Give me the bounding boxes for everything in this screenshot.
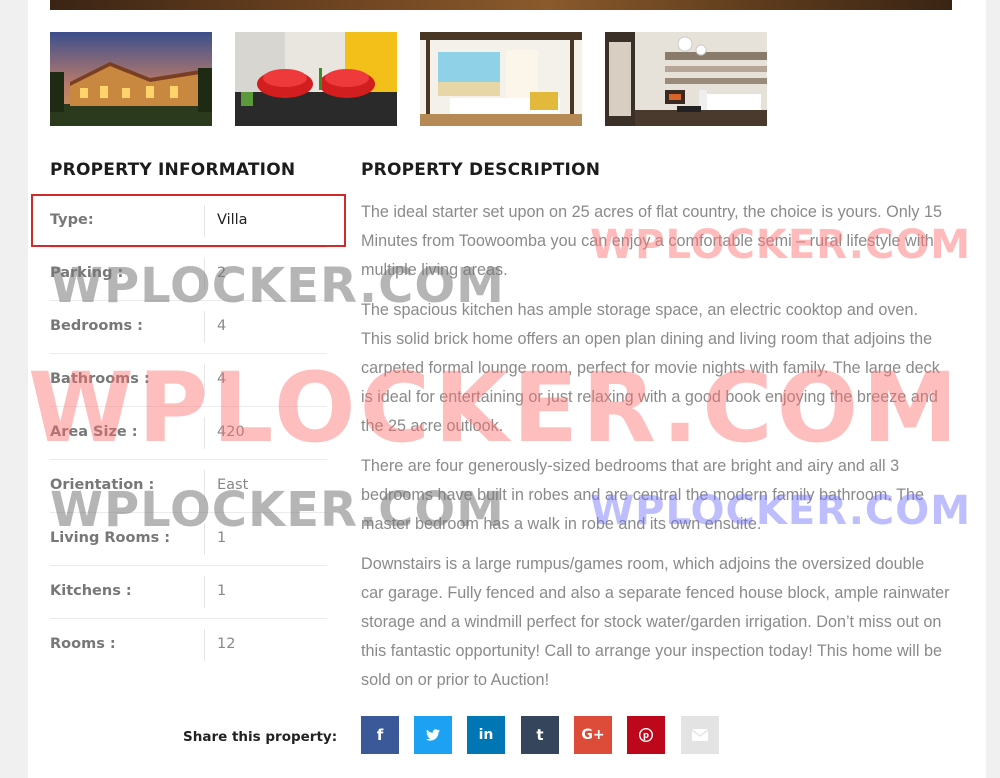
property-information-heading: PROPERTY INFORMATION <box>50 160 296 180</box>
info-row-bedrooms: Bedrooms : 4 <box>50 301 327 354</box>
column-divider <box>204 470 205 502</box>
description-paragraph: Downstairs is a large rumpus/games room,… <box>361 555 950 689</box>
share-facebook-button[interactable]: f <box>361 716 399 754</box>
column-divider <box>204 258 205 290</box>
info-value: 2 <box>217 265 227 281</box>
share-linkedin-button[interactable]: in <box>467 716 505 754</box>
info-label: Orientation : <box>50 477 155 493</box>
property-information-table: Type: Villa Parking : 2 Bedrooms : 4 Bat… <box>50 195 327 671</box>
villa-exterior-photo <box>50 32 212 126</box>
red-chairs-interior-photo <box>235 32 397 126</box>
info-label: Bedrooms : <box>50 318 143 334</box>
info-label: Living Rooms : <box>50 530 171 546</box>
thumbnail-villa-exterior[interactable] <box>50 32 212 126</box>
thumbnail-red-chairs[interactable] <box>235 32 397 126</box>
info-label: Kitchens : <box>50 583 132 599</box>
email-icon <box>692 729 708 741</box>
thumbnail-canopy-bedroom[interactable] <box>420 32 582 126</box>
column-divider <box>204 629 205 661</box>
svg-text:p: p <box>643 730 649 740</box>
tumblr-icon: t <box>536 726 544 744</box>
info-value: 4 <box>217 318 227 334</box>
description-paragraph: The ideal starter set upon on 25 acres o… <box>361 203 942 279</box>
info-label: Bathrooms : <box>50 371 150 387</box>
info-label: Parking : <box>50 265 124 281</box>
type-row-highlight <box>31 194 346 247</box>
share-twitter-button[interactable] <box>414 716 452 754</box>
main-gallery-image <box>50 0 952 10</box>
description-paragraph: There are four generously-sized bedrooms… <box>361 457 924 533</box>
info-value: 12 <box>217 636 236 652</box>
column-divider <box>204 364 205 396</box>
thumbnail-living-room[interactable] <box>605 32 767 126</box>
facebook-icon: f <box>376 726 384 744</box>
twitter-icon <box>426 729 440 741</box>
column-divider <box>204 311 205 343</box>
info-row-living-rooms: Living Rooms : 1 <box>50 513 327 566</box>
info-value: 4 <box>217 371 227 387</box>
info-row-orientation: Orientation : East <box>50 460 327 513</box>
description-paragraph: The spacious kitchen has ample storage s… <box>361 301 940 435</box>
info-row-bathrooms: Bathrooms : 4 <box>50 354 327 407</box>
info-row-rooms: Rooms : 12 <box>50 619 327 671</box>
column-divider <box>204 417 205 449</box>
info-value: East <box>217 477 249 493</box>
info-label: Rooms : <box>50 636 116 652</box>
canopy-bedroom-photo <box>420 32 582 126</box>
info-row-area-size: Area Size : 420 <box>50 407 327 460</box>
column-divider <box>204 523 205 555</box>
share-tumblr-button[interactable]: t <box>521 716 559 754</box>
google-plus-icon: G+ <box>581 727 605 743</box>
info-value: 1 <box>217 530 227 546</box>
pinterest-icon: p <box>639 728 653 742</box>
share-email-button[interactable] <box>681 716 719 754</box>
share-google-plus-button[interactable]: G+ <box>574 716 612 754</box>
info-label: Area Size : <box>50 424 138 440</box>
info-row-parking: Parking : 2 <box>50 248 327 301</box>
column-divider <box>204 576 205 608</box>
info-value: 1 <box>217 583 227 599</box>
share-label: Share this property: <box>183 729 338 745</box>
info-row-kitchens: Kitchens : 1 <box>50 566 327 619</box>
info-value: 420 <box>217 424 245 440</box>
property-description-heading: PROPERTY DESCRIPTION <box>361 160 601 180</box>
living-room-photo <box>605 32 767 126</box>
property-description-body: The ideal starter set upon on 25 acres o… <box>361 198 951 706</box>
share-pinterest-button[interactable]: p <box>627 716 665 754</box>
linkedin-icon: in <box>478 727 494 743</box>
